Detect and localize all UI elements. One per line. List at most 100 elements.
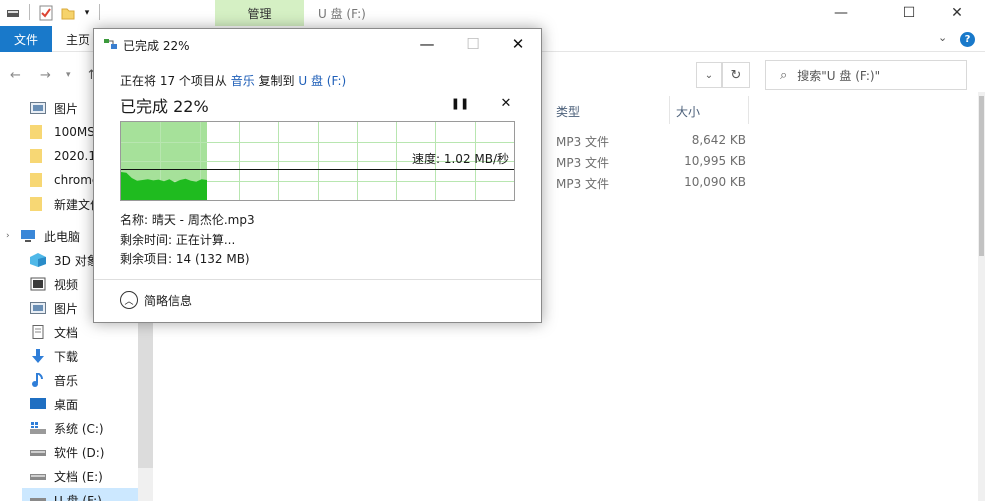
- usb-drive-icon: [30, 493, 46, 501]
- cancel-button[interactable]: ✕: [497, 95, 515, 111]
- properties-icon[interactable]: [38, 4, 54, 22]
- search-input[interactable]: ⌕ 搜索"U 盘 (F:)": [765, 60, 967, 90]
- close-button[interactable]: ✕: [934, 0, 980, 26]
- nav-item-label: 文档 (E:): [54, 469, 103, 484]
- file-type: MP3 文件: [556, 156, 610, 170]
- nav-item-label: 图片: [54, 301, 79, 316]
- nav-item-documents[interactable]: 文档: [30, 320, 153, 344]
- file-size: 10,090 KB: [684, 175, 746, 189]
- description-middle: 复制到: [254, 74, 299, 88]
- folder-icon: [30, 197, 46, 211]
- folder-icon: [30, 173, 46, 187]
- drive-icon: [30, 445, 46, 459]
- search-icon: ⌕: [780, 67, 788, 83]
- nav-item-drive-e[interactable]: 文档 (E:): [30, 464, 153, 488]
- help-icon[interactable]: ?: [960, 32, 975, 47]
- recent-locations-chevron-icon[interactable]: ▾: [66, 70, 71, 80]
- file-row[interactable]: MP3 文件 8,642 KB: [556, 133, 746, 153]
- file-size: 8,642 KB: [691, 133, 746, 147]
- back-arrow-icon[interactable]: ←: [10, 68, 21, 83]
- expand-chevron-icon[interactable]: ›: [6, 231, 16, 241]
- nav-item-drive-c[interactable]: 系统 (C:): [30, 416, 153, 440]
- tab-home[interactable]: 主页: [66, 31, 90, 48]
- speed-label: 速度: 1.02 MB/秒: [412, 152, 510, 166]
- forward-arrow-icon[interactable]: →: [40, 68, 51, 83]
- ribbon-context-tab-manage[interactable]: 管理: [215, 0, 304, 26]
- dialog-title-bar: 已完成 22% — ☐ ✕: [94, 29, 541, 59]
- progress-heading: 已完成 22%: [120, 97, 209, 116]
- refresh-icon[interactable]: ↻: [722, 62, 750, 88]
- nav-item-drive-f[interactable]: U 盘 (F:): [22, 488, 138, 501]
- column-header-type[interactable]: 类型: [556, 103, 580, 120]
- tab-file-label: 文件: [13, 32, 38, 47]
- address-history-chevron-icon[interactable]: ⌄: [696, 62, 722, 88]
- copy-files-icon: [104, 38, 118, 50]
- dialog-minimize-button[interactable]: —: [404, 29, 450, 59]
- nav-item-label: 桌面: [54, 397, 79, 412]
- nav-pane-scrollbar-thumb[interactable]: [138, 300, 153, 468]
- source-folder-link[interactable]: 音乐: [231, 74, 255, 88]
- copy-progress-dialog: 已完成 22% — ☐ ✕ 正在将 17 个项目从 音乐 复制到 U 盘 (F:…: [93, 28, 542, 323]
- downloads-icon: [30, 349, 46, 363]
- column-divider[interactable]: [669, 96, 670, 124]
- music-icon: [30, 372, 46, 387]
- explorer-title-bar: ▾ 管理 U 盘 (F:) — ☐ ✕: [0, 0, 985, 26]
- nav-item-label: 软件 (D:): [54, 445, 105, 460]
- column-divider[interactable]: [748, 96, 749, 124]
- dialog-maximize-button: ☐: [466, 35, 480, 53]
- copy-description: 正在将 17 个项目从 音乐 复制到 U 盘 (F:): [120, 72, 346, 89]
- new-folder-icon[interactable]: [60, 4, 76, 22]
- less-details-label: 简略信息: [144, 293, 193, 308]
- current-file-name: 名称: 晴天 - 周杰伦.mp3: [120, 213, 255, 227]
- nav-item-downloads[interactable]: 下载: [30, 344, 153, 368]
- search-placeholder: 搜索"U 盘 (F:)": [797, 68, 881, 83]
- nav-item-label: 文档: [54, 325, 79, 340]
- maximize-button[interactable]: ☐: [886, 0, 932, 26]
- nav-item-desktop[interactable]: 桌面: [30, 392, 153, 416]
- quick-access-separator: [29, 4, 30, 20]
- dialog-title: 已完成 22%: [123, 39, 190, 53]
- drive-icon: [30, 469, 46, 483]
- folder-icon: [30, 125, 46, 139]
- dialog-divider: [94, 279, 541, 280]
- tab-file[interactable]: 文件: [0, 26, 52, 52]
- pause-button[interactable]: ❚❚: [451, 95, 469, 111]
- nav-item-drive-d[interactable]: 软件 (D:): [30, 440, 153, 464]
- column-header-size[interactable]: 大小: [676, 103, 700, 120]
- pictures-icon: [30, 101, 46, 115]
- nav-item-label: U 盘 (F:): [54, 493, 102, 501]
- file-size: 10,995 KB: [684, 154, 746, 168]
- 3d-objects-icon: [30, 253, 46, 267]
- file-list-scrollbar-thumb[interactable]: [979, 96, 984, 256]
- less-details-toggle[interactable]: ︿ 简略信息: [120, 291, 192, 309]
- window-title: U 盘 (F:): [318, 7, 366, 21]
- nav-item-label: 视频: [54, 277, 79, 292]
- nav-item-label: 此电脑: [44, 229, 81, 244]
- dialog-close-button[interactable]: ✕: [495, 29, 541, 59]
- nav-item-label: 音乐: [54, 373, 79, 388]
- context-tab-label: 管理: [247, 6, 272, 21]
- pictures-icon: [30, 301, 46, 315]
- time-remaining: 剩余时间: 正在计算...: [120, 233, 236, 247]
- minimize-button[interactable]: —: [818, 0, 864, 26]
- quick-access-separator: [99, 4, 100, 20]
- destination-folder-link[interactable]: U 盘 (F:): [298, 74, 346, 88]
- documents-icon: [30, 325, 46, 339]
- pc-icon: [20, 229, 36, 243]
- file-row[interactable]: MP3 文件 10,995 KB: [556, 154, 746, 174]
- items-remaining: 剩余项目: 14 (132 MB): [120, 252, 250, 266]
- customize-quick-access-icon[interactable]: ▾: [80, 4, 94, 22]
- description-prefix: 正在将 17 个项目从: [120, 74, 231, 88]
- desktop-icon: [30, 397, 46, 411]
- file-row[interactable]: MP3 文件 10,090 KB: [556, 175, 746, 195]
- expand-ribbon-chevron-icon[interactable]: ⌄: [938, 31, 947, 44]
- nav-item-label: 下载: [54, 349, 79, 364]
- nav-item-label: 图片: [54, 101, 79, 116]
- nav-item-music[interactable]: 音乐: [30, 368, 153, 392]
- file-type: MP3 文件: [556, 135, 610, 149]
- chevron-up-icon: ︿: [120, 291, 138, 309]
- nav-item-label: 系统 (C:): [54, 421, 104, 436]
- system-menu-icon[interactable]: [6, 4, 20, 22]
- windows-drive-icon: [30, 421, 46, 435]
- videos-icon: [30, 277, 46, 291]
